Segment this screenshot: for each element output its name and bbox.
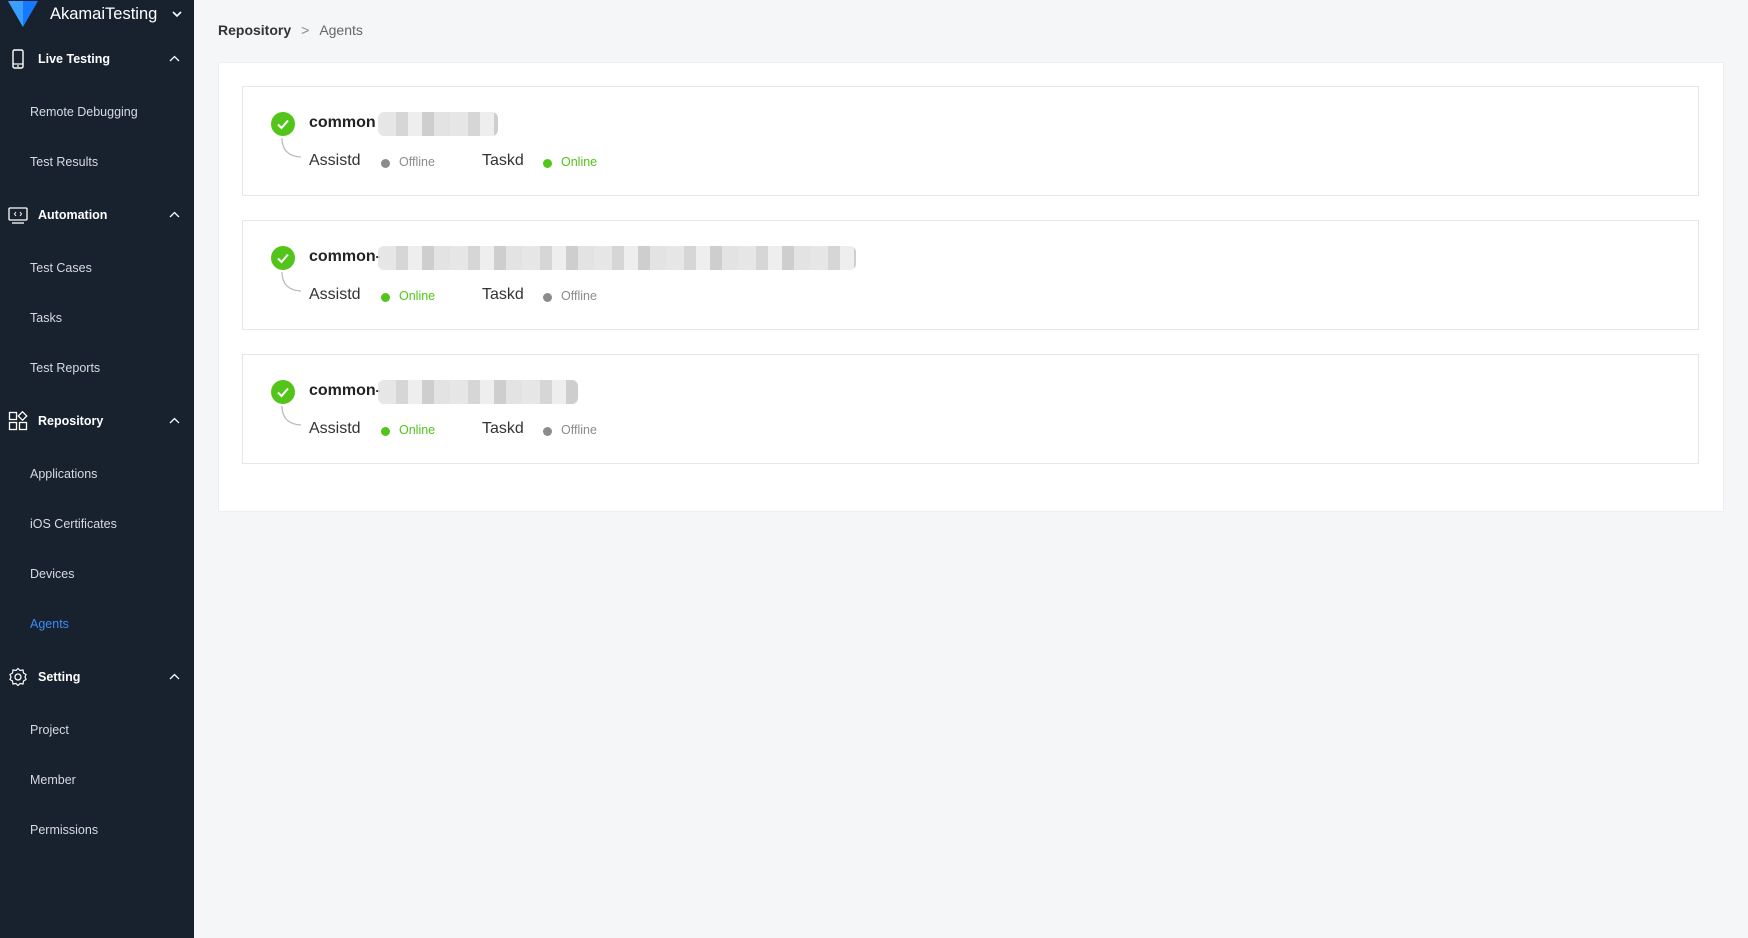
sidebar-item-member[interactable]: Member bbox=[0, 765, 194, 795]
service-label: Assistd bbox=[309, 286, 361, 303]
status-dot bbox=[381, 427, 390, 436]
nav-section-live-testing[interactable]: Live Testing bbox=[0, 44, 194, 74]
nav-section-label: Automation bbox=[38, 208, 108, 222]
nav-section-label: Setting bbox=[38, 670, 81, 684]
status-dot bbox=[543, 293, 552, 302]
status-dot bbox=[381, 293, 390, 302]
redacted-text bbox=[378, 112, 498, 136]
sidebar-item-devices[interactable]: Devices bbox=[0, 559, 194, 589]
breadcrumb-separator: > bbox=[301, 22, 310, 38]
agent-card: common Assistd Offline Taskd Online bbox=[242, 86, 1699, 196]
status-dot bbox=[543, 427, 552, 436]
service-label: Assistd bbox=[309, 152, 361, 169]
chevron-up-icon bbox=[169, 211, 180, 218]
gear-icon bbox=[9, 667, 27, 687]
check-circle-icon bbox=[271, 246, 295, 270]
nav-section-automation[interactable]: Automation bbox=[0, 200, 194, 230]
nav-section-setting[interactable]: Setting bbox=[0, 662, 194, 692]
service-label: Taskd bbox=[482, 152, 524, 169]
sidebar-item-project[interactable]: Project bbox=[0, 715, 194, 745]
chevron-up-icon bbox=[169, 417, 180, 424]
service-label: Taskd bbox=[482, 286, 524, 303]
project-switcher[interactable]: AkamaiTesting bbox=[0, 0, 194, 28]
sidebar-item-ios-certificates[interactable]: iOS Certificates bbox=[0, 509, 194, 539]
service-status: Online bbox=[399, 289, 436, 303]
agent-card: common- Assistd Online Taskd Offline bbox=[242, 220, 1699, 330]
tree-connector-icon bbox=[281, 406, 302, 426]
agent-name: common- bbox=[309, 248, 381, 265]
agent-card: common- Assistd Online Taskd Offline bbox=[242, 354, 1699, 464]
sidebar-item-permissions[interactable]: Permissions bbox=[0, 815, 194, 845]
service-status: Online bbox=[561, 155, 598, 169]
chevron-down-icon bbox=[172, 11, 182, 18]
sidebar-item-tasks[interactable]: Tasks bbox=[0, 303, 194, 333]
sidebar-item-test-results[interactable]: Test Results bbox=[0, 147, 194, 177]
sidebar-item-agents[interactable]: Agents bbox=[0, 609, 194, 639]
sidebar-item-remote-debugging[interactable]: Remote Debugging bbox=[0, 97, 194, 127]
agent-name: common bbox=[309, 114, 376, 131]
logo-icon bbox=[8, 1, 38, 27]
sidebar-item-applications[interactable]: Applications bbox=[0, 459, 194, 489]
service-label: Assistd bbox=[309, 420, 361, 437]
nav-section-repository[interactable]: Repository bbox=[0, 406, 194, 436]
tree-connector-icon bbox=[281, 138, 302, 158]
nav-section-label: Live Testing bbox=[38, 52, 111, 66]
breadcrumb-root[interactable]: Repository bbox=[218, 22, 291, 38]
redacted-text bbox=[378, 380, 578, 404]
breadcrumb: Repository > Agents bbox=[218, 22, 363, 38]
service-status: Offline bbox=[561, 289, 597, 303]
monitor-code-icon bbox=[8, 207, 28, 224]
chevron-up-icon bbox=[169, 55, 180, 62]
sidebar: AkamaiTesting Live Testing Remote Debugg… bbox=[0, 0, 194, 938]
service-status: Offline bbox=[399, 155, 435, 169]
chevron-up-icon bbox=[169, 673, 180, 680]
check-circle-icon bbox=[271, 112, 295, 136]
nav-section-label: Repository bbox=[38, 414, 104, 428]
sidebar-item-test-cases[interactable]: Test Cases bbox=[0, 253, 194, 283]
agent-name: common- bbox=[309, 382, 381, 399]
breadcrumb-current: Agents bbox=[319, 22, 363, 38]
sidebar-item-test-reports[interactable]: Test Reports bbox=[0, 353, 194, 383]
redacted-text bbox=[378, 246, 856, 270]
mobile-phone-icon bbox=[12, 49, 24, 69]
status-dot bbox=[543, 159, 552, 168]
status-dot bbox=[381, 159, 390, 168]
tree-connector-icon bbox=[281, 272, 302, 292]
service-status: Online bbox=[399, 423, 436, 437]
service-label: Taskd bbox=[482, 420, 524, 437]
app-name: AkamaiTesting bbox=[50, 4, 158, 23]
grid-shapes-icon bbox=[8, 411, 28, 431]
check-circle-icon bbox=[271, 380, 295, 404]
service-status: Offline bbox=[561, 423, 597, 437]
agents-panel: common Assistd Offline Taskd Online comm… bbox=[218, 62, 1724, 512]
